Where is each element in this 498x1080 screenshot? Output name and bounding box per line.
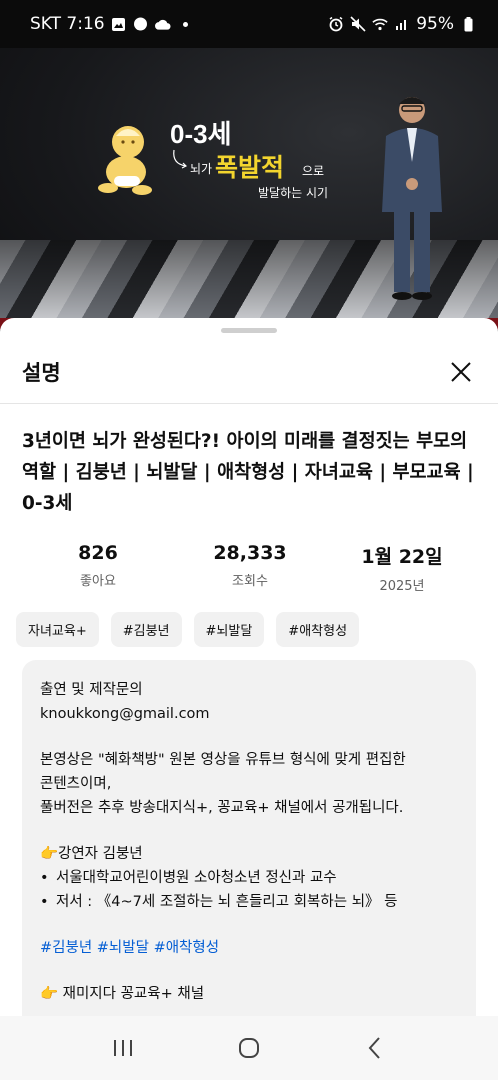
close-icon <box>451 361 471 382</box>
description-line: 풀버전은 추후 방송대지식+, 꽁교육+ 채널에서 공개됩니다. <box>40 800 404 816</box>
tag-chips: 자녀교육+ #김붕년 #뇌발달 #애착형성 <box>16 612 360 647</box>
video-title: 3년이면 뇌가 완성된다?! 아이의 미래를 결정짓는 부모의 역할 | 김붕년… <box>22 431 474 514</box>
slide-highlight: 폭발적 <box>215 153 285 182</box>
status-left: SKT 7:16 <box>30 14 188 34</box>
bullet-icon: • <box>40 870 49 886</box>
chat-icon <box>133 16 149 32</box>
cloud-icon <box>154 16 171 32</box>
recent-apps-button[interactable] <box>103 1028 143 1068</box>
close-button[interactable] <box>446 357 476 387</box>
slide-text-3: 발달하는 시기 <box>258 186 329 200</box>
hashtag-row: #김붕년 #뇌발달 #애착형성 <box>40 936 458 960</box>
mute-icon <box>350 16 366 32</box>
gallery-icon <box>111 16 127 32</box>
slide-title: 0-3세 <box>170 119 232 149</box>
baby-illustration <box>98 126 152 195</box>
upload-year: 2025년 <box>379 579 425 594</box>
curve-arrow-icon <box>173 149 188 169</box>
home-button[interactable] <box>229 1028 269 1068</box>
chip-tag[interactable]: #김붕년 <box>110 612 182 647</box>
bullet-icon: • <box>40 894 49 910</box>
channel-line: 👉 재미지다 꽁교육+ 채널 <box>40 982 458 1006</box>
hashtag-link[interactable]: #김붕년 <box>40 940 92 956</box>
hashtag-link[interactable]: #애착형성 <box>154 940 220 956</box>
sheet-header: 설명 <box>0 340 498 404</box>
bullet-item: • 서울대학교어린이병원 소아청소년 정신과 교수 <box>40 866 458 890</box>
date-stat: 1월 22일 2025년 <box>326 542 478 594</box>
contact-email: knoukkong@gmail.com <box>40 706 210 722</box>
battery-icon <box>460 16 476 32</box>
description-line: 본영상은 "혜화책방" 원본 영상을 유튜브 형식에 맞게 편집한 <box>40 752 406 768</box>
home-icon <box>239 1038 259 1058</box>
battery-percent: 95% <box>416 14 454 34</box>
views-count: 28,333 <box>213 542 287 564</box>
carrier-time: SKT 7:16 <box>30 14 105 34</box>
video-stats: 826 좋아요 28,333 조회수 1월 22일 2025년 <box>22 542 478 594</box>
bullet-text: 저서 : 《4~7세 조절하는 뇌 흔들리고 회복하는 뇌》 등 <box>56 894 398 910</box>
chip-tag[interactable]: #뇌발달 <box>193 612 265 647</box>
views-label: 조회수 <box>232 574 268 589</box>
recent-apps-icon <box>114 1040 132 1056</box>
pointing-hand-icon: 👉 <box>40 986 59 1002</box>
signal-icon <box>394 16 410 32</box>
description-sheet: 설명 3년이면 뇌가 완성된다?! 아이의 미래를 결정짓는 부모의 역할 | … <box>0 318 498 1080</box>
bullet-item: • 저서 : 《4~7세 조절하는 뇌 흔들리고 회복하는 뇌》 등 <box>40 890 458 914</box>
lecturer-label: 강연자 김붕년 <box>58 846 143 862</box>
pointing-hand-icon: 👉 <box>40 846 59 862</box>
bullet-text: 서울대학교어린이병원 소아청소년 정신과 교수 <box>56 870 337 886</box>
system-nav-bar <box>0 1016 498 1080</box>
likes-label: 좋아요 <box>80 574 116 589</box>
likes-stat: 826 좋아요 <box>22 542 174 594</box>
sheet-title: 설명 <box>22 360 61 385</box>
status-right: 95% <box>328 14 476 34</box>
video-player[interactable]: 0-3세 뇌가 폭발적 으로 발달하는 시기 <box>0 48 498 330</box>
description-line: 콘텐츠이며, <box>40 776 112 792</box>
wifi-icon <box>372 16 388 32</box>
back-button[interactable] <box>355 1028 395 1068</box>
upload-date: 1월 22일 <box>361 546 443 568</box>
back-icon <box>368 1037 380 1059</box>
likes-count: 826 <box>78 542 118 564</box>
views-stat: 28,333 조회수 <box>174 542 326 594</box>
lecturer-line: 👉강연자 김붕년 <box>40 842 458 866</box>
dot-icon <box>182 21 188 27</box>
drag-handle[interactable] <box>221 328 277 333</box>
channel-label: 재미지다 꽁교육+ 채널 <box>62 986 205 1002</box>
hashtag-link[interactable]: #뇌발달 <box>97 940 149 956</box>
chip-tag[interactable]: #애착형성 <box>276 612 360 647</box>
alarm-icon <box>328 16 344 32</box>
speaker-figure <box>382 97 442 300</box>
slide-text-1: 뇌가 <box>190 162 213 176</box>
chip-channel[interactable]: 자녀교육+ <box>16 612 99 647</box>
contact-title: 출연 및 제작문의 <box>40 682 143 698</box>
status-bar: SKT 7:16 95% <box>0 0 498 48</box>
slide-text-2: 으로 <box>302 164 325 178</box>
